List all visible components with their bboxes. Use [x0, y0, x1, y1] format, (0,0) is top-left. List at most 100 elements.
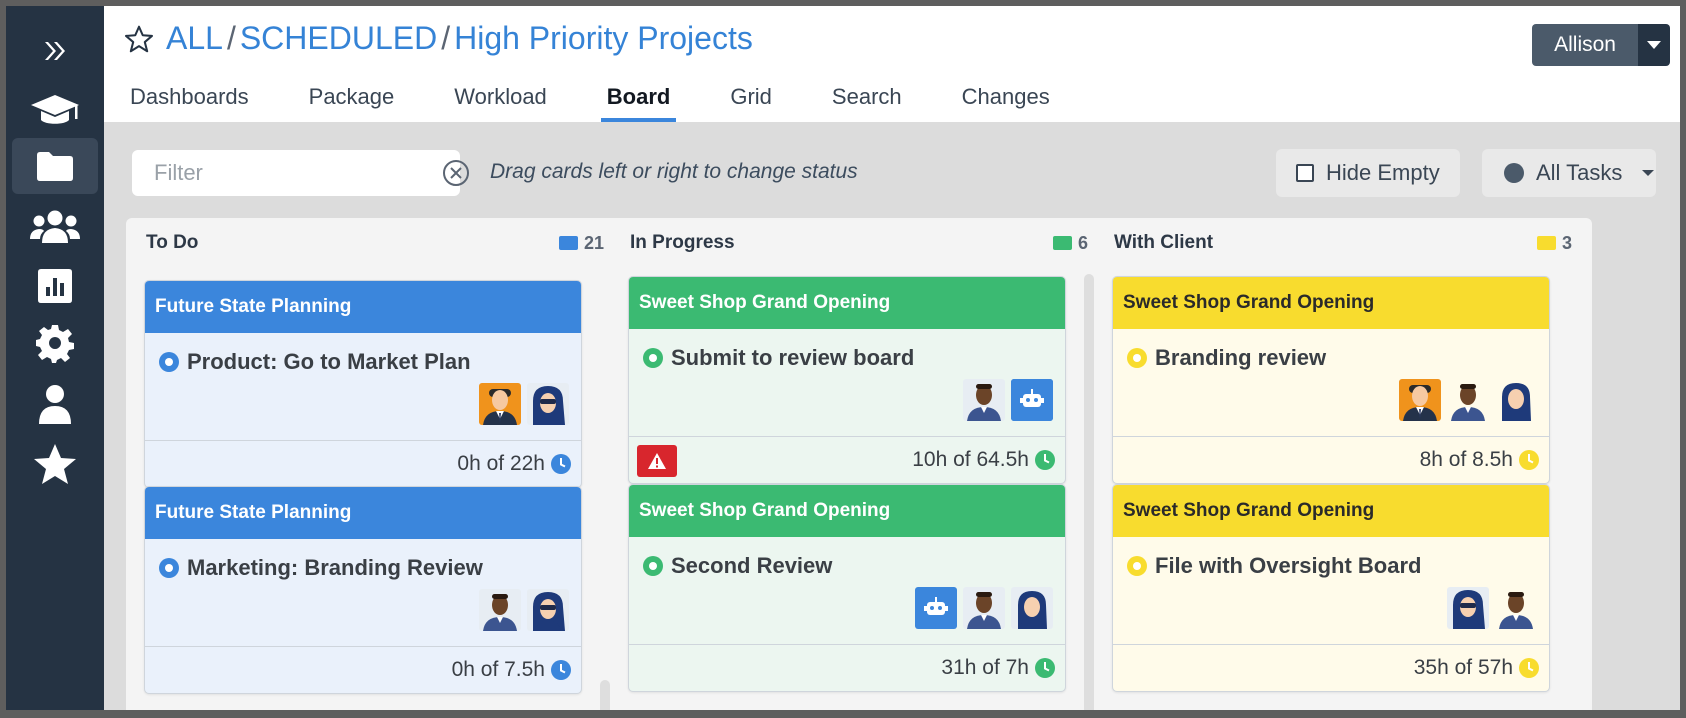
bot-avatar[interactable]: [915, 587, 957, 629]
avatar[interactable]: [1447, 587, 1489, 629]
user-name-button[interactable]: Allison: [1532, 24, 1638, 66]
assignees: [473, 589, 569, 631]
avatar[interactable]: [963, 379, 1005, 421]
clock-icon: [551, 454, 571, 474]
status-dot-icon: [1127, 348, 1147, 368]
assignees: [957, 379, 1053, 421]
breadcrumb-scheduled[interactable]: SCHEDULED: [240, 20, 437, 57]
card-project: Future State Planning: [145, 487, 581, 539]
star-icon: [34, 444, 76, 484]
user-icon: [39, 385, 71, 424]
expand-sidebar-button[interactable]: [12, 23, 98, 79]
column-scrollbar[interactable]: [1084, 274, 1094, 710]
status-dot-icon: [159, 352, 179, 372]
card-hours: 0h of 22h: [457, 452, 545, 475]
card-hours: 35h of 57h: [1413, 656, 1513, 679]
tab-workload[interactable]: Workload: [454, 74, 547, 122]
column-scrollbar[interactable]: [600, 680, 610, 710]
breadcrumb-separator: /: [441, 20, 451, 56]
avatar[interactable]: [527, 589, 569, 631]
count-flag-icon: [1052, 236, 1072, 250]
sidebar-item-favorites[interactable]: [12, 436, 98, 492]
sidebar: [6, 6, 104, 710]
task-filter-label: All Tasks: [1536, 160, 1623, 185]
column-title: In Progress: [630, 232, 735, 253]
card-task-name: Branding review: [1155, 345, 1327, 370]
sidebar-item-profile[interactable]: [12, 376, 98, 432]
status-dot-icon: [643, 556, 663, 576]
user-menu: Allison: [1532, 24, 1670, 66]
sidebar-item-reports[interactable]: [12, 258, 98, 314]
card-hours: 31h of 7h: [941, 656, 1029, 679]
assignees: [909, 587, 1053, 629]
card-project: Sweet Shop Grand Opening: [1113, 485, 1549, 537]
assignees: [473, 383, 569, 425]
task-card[interactable]: Sweet Shop Grand Opening Submit to revie…: [628, 276, 1066, 484]
card-hours: 10h of 64.5h: [912, 448, 1029, 471]
hide-empty-toggle[interactable]: Hide Empty: [1276, 149, 1460, 197]
assignees: [1393, 379, 1537, 421]
task-card[interactable]: Sweet Shop Grand Opening File with Overs…: [1112, 484, 1550, 692]
top-header: ALL / SCHEDULED / High Priority Projects…: [104, 6, 1680, 122]
tab-board[interactable]: Board: [600, 74, 676, 122]
card-task-name: Product: Go to Market Plan: [187, 349, 471, 374]
column-title: With Client: [1114, 232, 1214, 253]
breadcrumb-all[interactable]: ALL: [166, 20, 223, 57]
tab-dashboards[interactable]: Dashboards: [130, 74, 249, 122]
sidebar-item-settings[interactable]: [12, 316, 98, 372]
clock-icon: [551, 660, 571, 680]
card-task-name: Marketing: Branding Review: [187, 555, 483, 580]
breadcrumb-separator: /: [226, 20, 236, 56]
clock-icon: [1035, 658, 1055, 678]
clear-filter-button[interactable]: [442, 159, 470, 187]
breadcrumb-current[interactable]: High Priority Projects: [454, 20, 753, 57]
assignees: [1441, 587, 1537, 629]
sidebar-item-training[interactable]: [12, 82, 98, 138]
column-count: 3: [1536, 233, 1572, 254]
hide-empty-checkbox[interactable]: [1296, 164, 1314, 182]
avatar[interactable]: [479, 383, 521, 425]
status-dot-icon: [1127, 556, 1147, 576]
view-tabs: Dashboards Package Workload Board Grid S…: [130, 74, 1110, 122]
warning-badge[interactable]: [637, 445, 677, 477]
avatar[interactable]: [1447, 379, 1489, 421]
card-project: Future State Planning: [145, 281, 581, 333]
avatar[interactable]: [1399, 379, 1441, 421]
board-column-todo: To Do 21 Future State Planning Product: …: [126, 218, 624, 710]
tab-grid[interactable]: Grid: [730, 74, 772, 122]
avatar[interactable]: [1495, 587, 1537, 629]
avatar[interactable]: [527, 383, 569, 425]
task-filter-dropdown[interactable]: All Tasks: [1482, 149, 1656, 197]
column-title: To Do: [146, 232, 199, 253]
status-dot-icon: [643, 348, 663, 368]
card-hours: 0h of 7.5h: [451, 658, 545, 681]
card-hours: 8h of 8.5h: [1419, 448, 1513, 471]
tab-changes[interactable]: Changes: [962, 74, 1050, 122]
clock-icon: [1035, 450, 1055, 470]
graduation-cap-icon: [31, 95, 79, 124]
folder-icon: [37, 152, 73, 181]
avatar[interactable]: [1495, 379, 1537, 421]
clear-icon: [443, 160, 469, 186]
column-count: 6: [1052, 233, 1088, 254]
task-card[interactable]: Future State Planning Marketing: Brandin…: [144, 486, 582, 694]
card-task-name: Submit to review board: [671, 345, 915, 370]
avatar[interactable]: [1011, 587, 1053, 629]
filter-box: [132, 150, 469, 196]
avatar[interactable]: [479, 589, 521, 631]
count-flag-icon: [558, 236, 578, 250]
avatar[interactable]: [963, 587, 1005, 629]
clock-icon: [1519, 450, 1539, 470]
user-menu-dropdown[interactable]: [1638, 24, 1670, 66]
task-card[interactable]: Sweet Shop Grand Opening Second Review 3…: [628, 484, 1066, 692]
task-card[interactable]: Future State Planning Product: Go to Mar…: [144, 280, 582, 488]
tab-search[interactable]: Search: [832, 74, 902, 122]
caret-down-icon: [1647, 41, 1661, 49]
sidebar-item-team[interactable]: [12, 199, 98, 255]
sidebar-item-projects[interactable]: [12, 138, 98, 194]
task-card[interactable]: Sweet Shop Grand Opening Branding review…: [1112, 276, 1550, 484]
filter-input[interactable]: [154, 160, 442, 186]
favorite-star-icon[interactable]: [124, 24, 154, 54]
bot-avatar[interactable]: [1011, 379, 1053, 421]
tab-package[interactable]: Package: [309, 74, 395, 122]
